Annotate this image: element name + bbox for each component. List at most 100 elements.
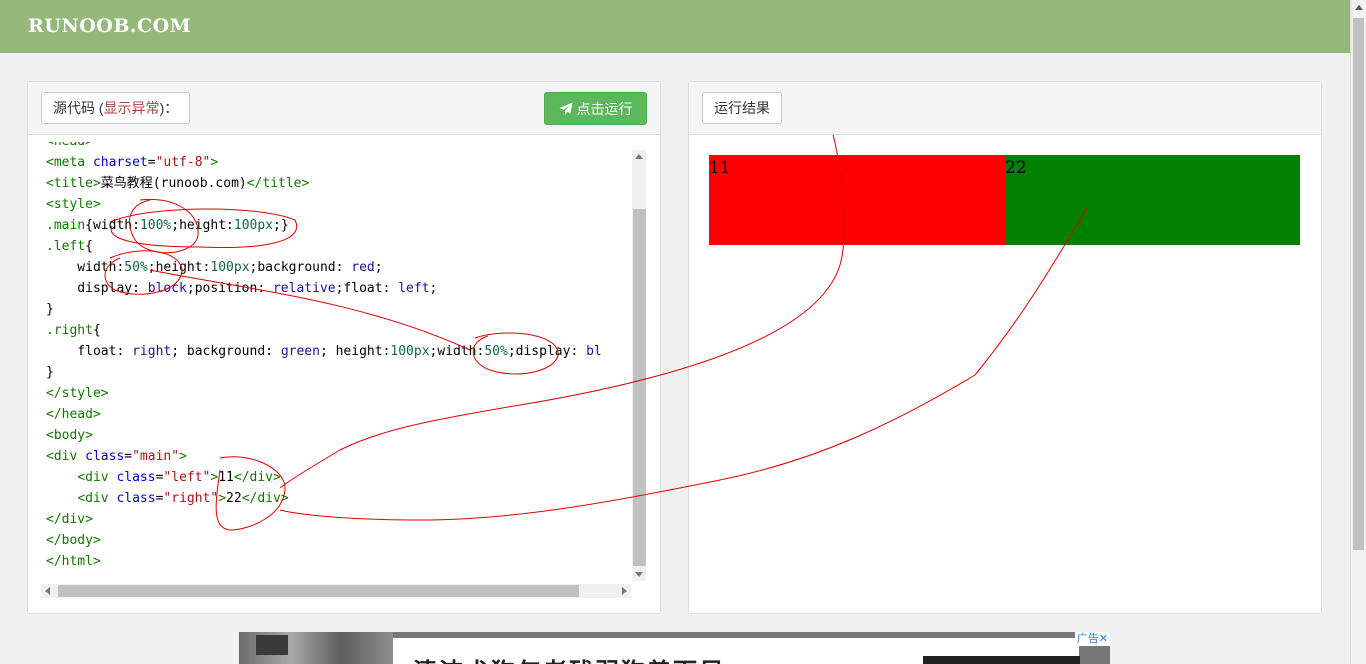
code-line[interactable]: <div class="right">22</div> <box>46 488 602 509</box>
ad-tag-label: 广告 <box>1076 633 1099 645</box>
code-token: .right <box>46 323 93 338</box>
code-token: ;height: <box>171 218 234 233</box>
code-line[interactable]: </head> <box>46 404 602 425</box>
result-label[interactable]: 运行结果 <box>702 92 782 124</box>
code-line[interactable]: </html> <box>46 551 602 572</box>
code-line[interactable]: <div class="main"> <box>46 446 602 467</box>
code-line[interactable]: </div> <box>46 509 602 530</box>
code-token: <body> <box>46 428 93 443</box>
run-button-label: 点击运行 <box>576 100 633 117</box>
source-label-suffix: )： <box>159 100 179 116</box>
code-line[interactable]: <div class="left">11</div> <box>46 467 602 488</box>
code-token: ;background: <box>249 260 352 275</box>
code-token: <head> <box>46 142 93 149</box>
code-line[interactable]: <title>菜鸟教程(runoob.com)</title> <box>46 173 602 194</box>
ad-image[interactable] <box>239 632 393 664</box>
code-line[interactable]: <body> <box>46 425 602 446</box>
code-token: = <box>147 155 156 170</box>
code-line[interactable]: .right{ <box>46 320 602 341</box>
editor-scroll-left-icon[interactable] <box>45 587 50 595</box>
code-token: </style> <box>46 386 109 401</box>
ad-close-icon[interactable]: ✕ <box>1099 633 1108 645</box>
ad-cta-button[interactable] <box>923 656 1080 664</box>
code-token: class <box>116 491 156 506</box>
code-token: .main <box>46 218 86 233</box>
ad-tag[interactable]: 广告✕ <box>1074 632 1110 646</box>
code-token: width: <box>46 260 125 275</box>
code-token: bl <box>586 344 602 359</box>
editor-scroll-up-icon[interactable] <box>635 154 643 159</box>
code-token: <div <box>77 491 117 506</box>
code-token: left <box>398 281 430 296</box>
editor-scroll-right-icon[interactable] <box>622 587 627 595</box>
editor-hscroll-thumb[interactable] <box>58 585 579 597</box>
editor-scroll-down-icon[interactable] <box>635 572 643 577</box>
code-token: </div> <box>46 512 93 527</box>
code-token: ;height: <box>147 260 211 275</box>
code-line[interactable]: } <box>46 299 602 320</box>
code-token: 100px <box>210 260 250 275</box>
code-token: ;width: <box>429 344 485 359</box>
page-scrollbar[interactable] <box>1350 0 1366 664</box>
source-code-label[interactable]: 源代码 (显示异常)： <box>41 92 191 124</box>
code-token: 菜鸟教程(runoob.com) <box>100 176 247 191</box>
code-token: ; <box>374 260 383 275</box>
code-token: block <box>147 281 187 296</box>
code-token: ; <box>429 281 438 296</box>
code-token: </div> <box>233 470 281 485</box>
ad-banner[interactable]: 清洁犬狗年老残弱狗善而尽 广告✕ <box>239 632 1110 664</box>
code-line[interactable]: <meta charset="utf-8"> <box>46 152 602 173</box>
code-content[interactable]: <head><meta charset="utf-8"><title>菜鸟教程(… <box>46 142 602 572</box>
code-token: float: <box>46 344 133 359</box>
code-line[interactable]: .main{width:100%;height:100px;} <box>46 215 602 236</box>
code-line[interactable]: <style> <box>46 194 602 215</box>
code-line[interactable]: </body> <box>46 530 602 551</box>
code-token: .left <box>46 239 86 254</box>
code-token: } <box>46 302 54 317</box>
code-token: "right" <box>163 491 219 506</box>
code-token: 22 <box>226 491 242 506</box>
code-token: </html> <box>46 554 101 569</box>
ad-headline[interactable]: 清洁犬狗年老残弱狗善而尽 <box>413 652 725 664</box>
code-token: ; height: <box>319 344 391 359</box>
code-line[interactable]: width:50%;height:100px;background: red; <box>46 257 602 278</box>
code-line[interactable]: <head> <box>46 142 602 152</box>
display-error-link[interactable]: 显示异常 <box>104 98 160 118</box>
scroll-up-arrow-icon[interactable] <box>1355 5 1363 10</box>
code-token: ;float: <box>335 281 399 296</box>
code-token: {width: <box>85 218 140 233</box>
editor-vscroll-thumb[interactable] <box>633 209 646 566</box>
code-token: "main" <box>132 449 180 464</box>
code-token: <meta <box>46 155 93 170</box>
source-panel-header: 源代码 (显示异常)： 点击运行 <box>28 82 660 135</box>
code-line[interactable]: </style> <box>46 383 602 404</box>
code-token: 100px <box>233 218 274 233</box>
code-token: class <box>116 470 156 485</box>
site-logo[interactable]: RUNOOB.COM <box>28 15 191 37</box>
ad-content[interactable]: 清洁犬狗年老残弱狗善而尽 <box>393 638 1080 664</box>
code-token: red <box>351 260 375 275</box>
code-token: 100% <box>139 218 172 233</box>
code-line[interactable]: } <box>46 362 602 383</box>
editor-horizontal-scrollbar[interactable] <box>41 584 631 598</box>
code-line[interactable]: float: right; background: green; height:… <box>46 341 602 362</box>
code-token: </div> <box>241 491 289 506</box>
code-line[interactable]: display: block;position: relative;float:… <box>46 278 602 299</box>
editor-vertical-scrollbar[interactable] <box>632 150 646 581</box>
result-frame: 11 22 <box>689 135 1321 613</box>
code-token: <title> <box>46 176 101 191</box>
run-button[interactable]: 点击运行 <box>544 92 647 125</box>
code-editor[interactable]: <head><meta charset="utf-8"><title>菜鸟教程(… <box>41 142 647 597</box>
code-token: <div <box>46 449 86 464</box>
page-scrollbar-thumb[interactable] <box>1353 18 1364 550</box>
source-label-prefix: 源代码 ( <box>53 100 104 116</box>
code-token: </title> <box>246 176 310 191</box>
code-line[interactable]: .left{ <box>46 236 602 257</box>
top-header-bar: RUNOOB.COM <box>0 0 1350 53</box>
result-panel-header: 运行结果 <box>689 82 1321 135</box>
code-token: relative <box>272 281 336 296</box>
code-token: display: <box>46 281 148 296</box>
code-token: { <box>85 239 93 254</box>
